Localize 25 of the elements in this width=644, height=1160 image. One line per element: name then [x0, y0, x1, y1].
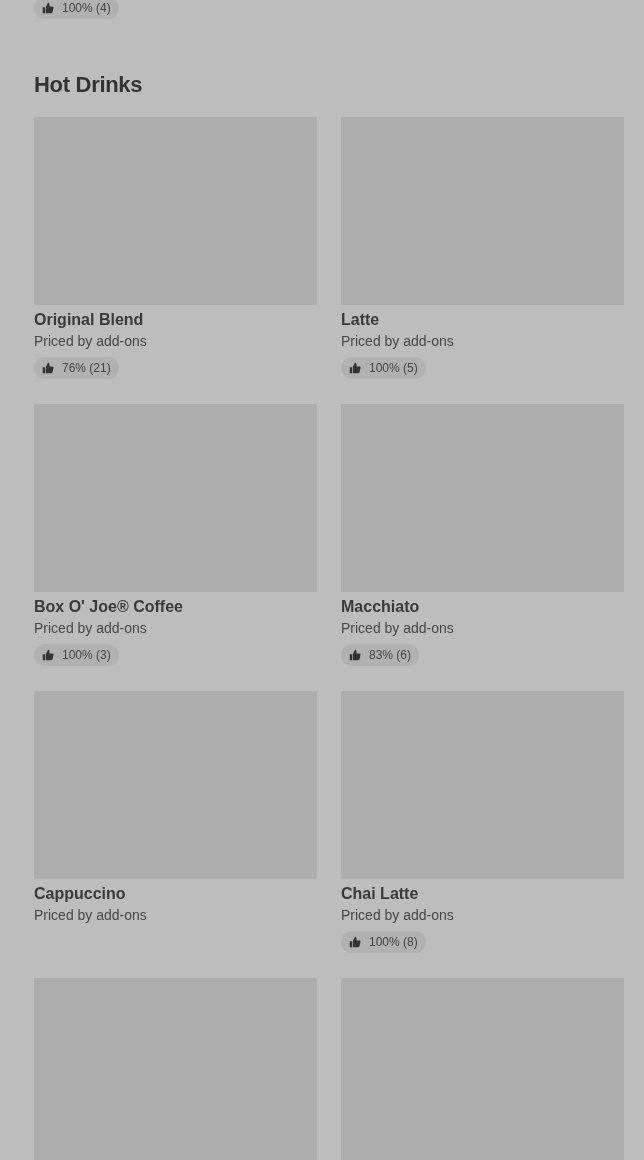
product-name: Original Blend	[34, 310, 145, 330]
product-price: Priced by add-ons	[341, 332, 455, 351]
product-price: Priced by add-ons	[34, 619, 148, 638]
product-price: Priced by add-ons	[341, 906, 455, 925]
product-name: Latte	[341, 310, 381, 330]
rating-text: 83% (6)	[369, 648, 412, 662]
thumbs-up-icon	[349, 649, 361, 661]
product-price: Priced by add-ons	[34, 906, 148, 925]
rating-text: 100% (8)	[369, 935, 418, 949]
thumbs-up-icon	[42, 362, 54, 374]
thumbs-up-icon	[349, 362, 361, 374]
rating-text: 100% (4)	[62, 1, 111, 15]
product-name: Box O' Joe® Coffee	[34, 597, 184, 617]
product-name: Macchiato	[341, 597, 421, 617]
product-name: Chai Latte	[341, 884, 420, 904]
section-heading: Hot Drinks	[34, 71, 144, 99]
thumbs-up-icon	[42, 2, 54, 14]
thumbs-up-icon	[42, 649, 54, 661]
thumbs-up-icon	[349, 936, 361, 948]
rating-text: 100% (3)	[62, 648, 111, 662]
rating-text: 100% (5)	[369, 361, 418, 375]
product-price: Priced by add-ons	[341, 619, 455, 638]
rating-text: 76% (21)	[62, 361, 111, 375]
product-name: Cappuccino	[34, 884, 127, 904]
product-price: Priced by add-ons	[34, 332, 148, 351]
